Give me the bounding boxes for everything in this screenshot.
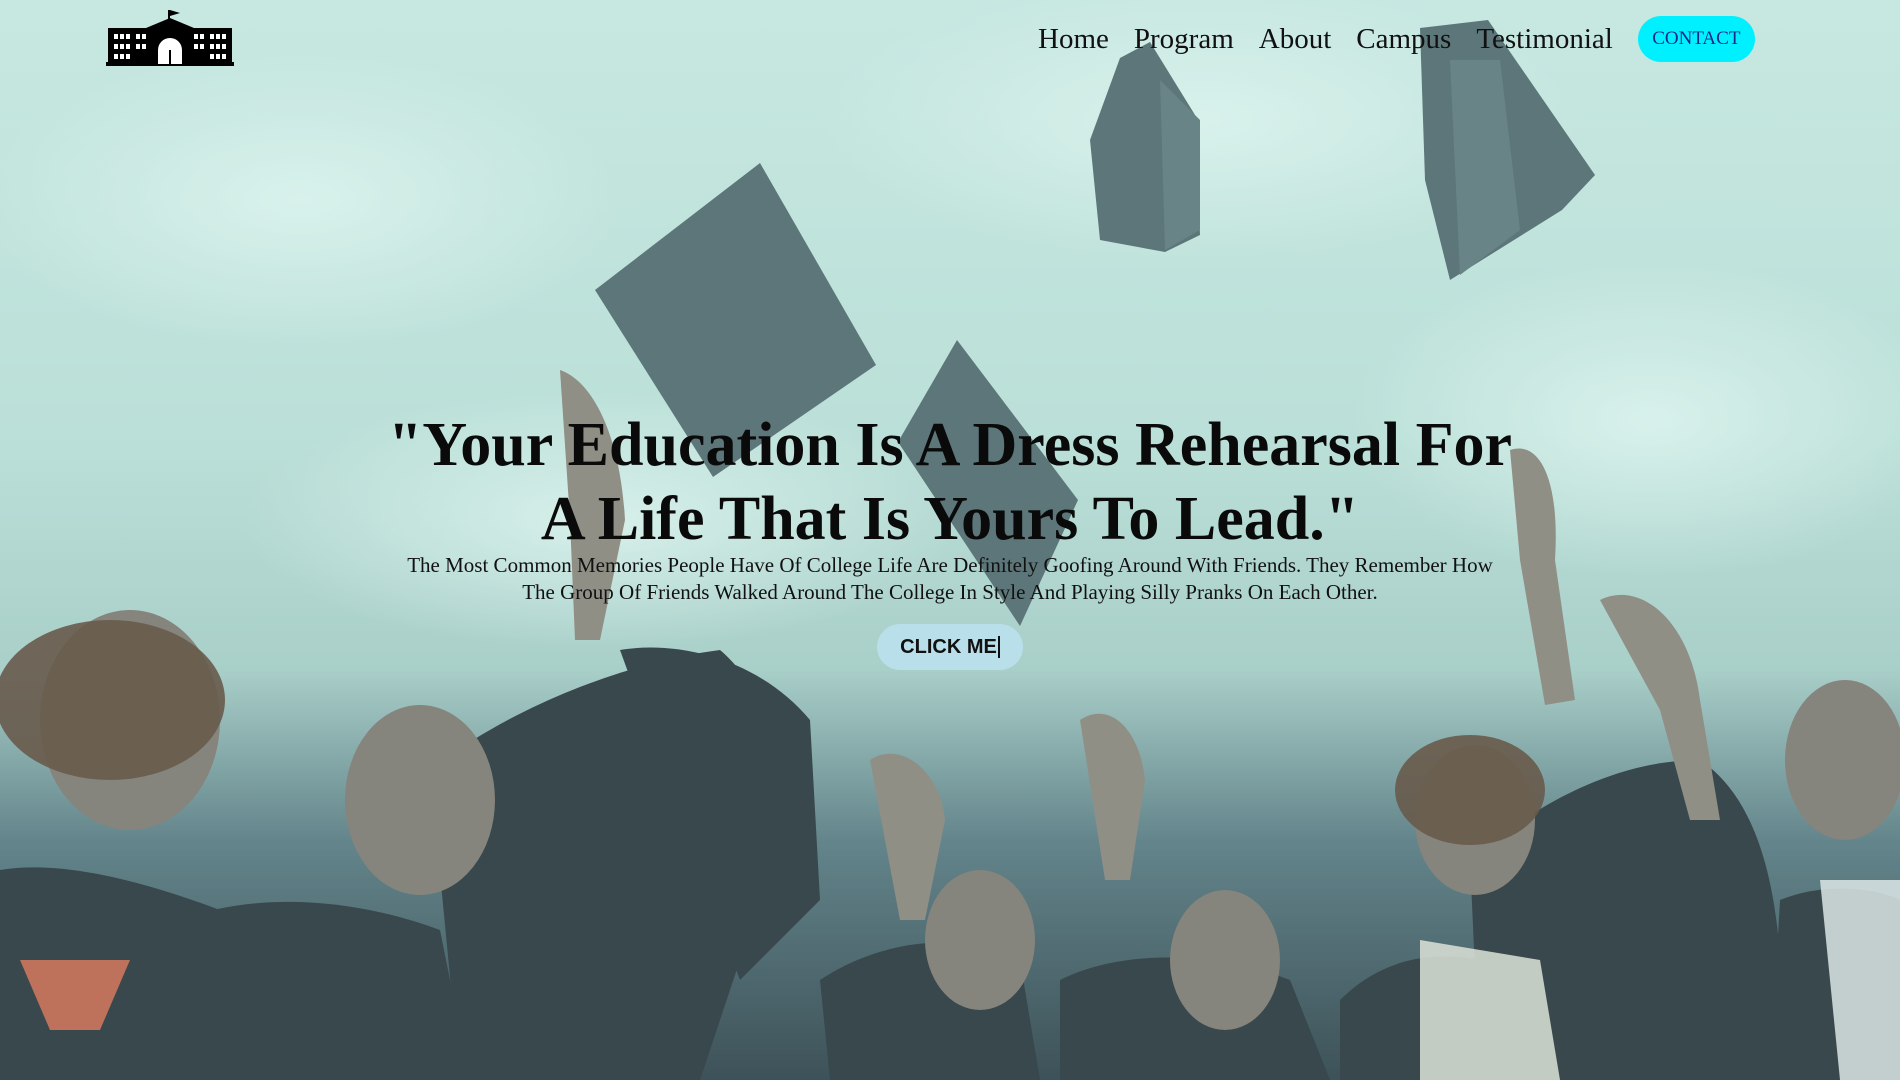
hero-headline: "Your Education Is A Dress Rehearsal For… [350,408,1550,556]
nav-campus-link[interactable]: Campus [1356,23,1451,56]
contact-button[interactable]: CONTACT [1637,16,1755,62]
main-navigation: Home Program About Campus Testimonial CO… [1038,16,1755,62]
hero-headline-line-1: "Your Education Is A Dress Rehearsal For [387,411,1513,479]
click-me-button[interactable]: CLICK ME [877,624,1023,670]
nav-program-link[interactable]: Program [1134,23,1234,56]
school-building-icon[interactable] [106,8,234,68]
contact-button-label: CONTACT [1652,28,1741,49]
nav-about-link[interactable]: About [1259,23,1332,56]
hero-headline-line-2: A Life That Is Yours To Lead." [540,485,1360,553]
hero-description-line-1: The Most Common Memories People Have Of … [407,553,1493,577]
landing-page: Home Program About Campus Testimonial CO… [0,0,1900,1080]
hero-description: The Most Common Memories People Have Of … [360,552,1540,606]
nav-testimonial-link[interactable]: Testimonial [1476,23,1613,56]
hero-description-line-2: The Group Of Friends Walked Around The C… [522,580,1378,604]
nav-home-link[interactable]: Home [1038,23,1109,56]
text-cursor [997,636,1000,658]
click-me-button-label: CLICK ME [900,635,997,658]
